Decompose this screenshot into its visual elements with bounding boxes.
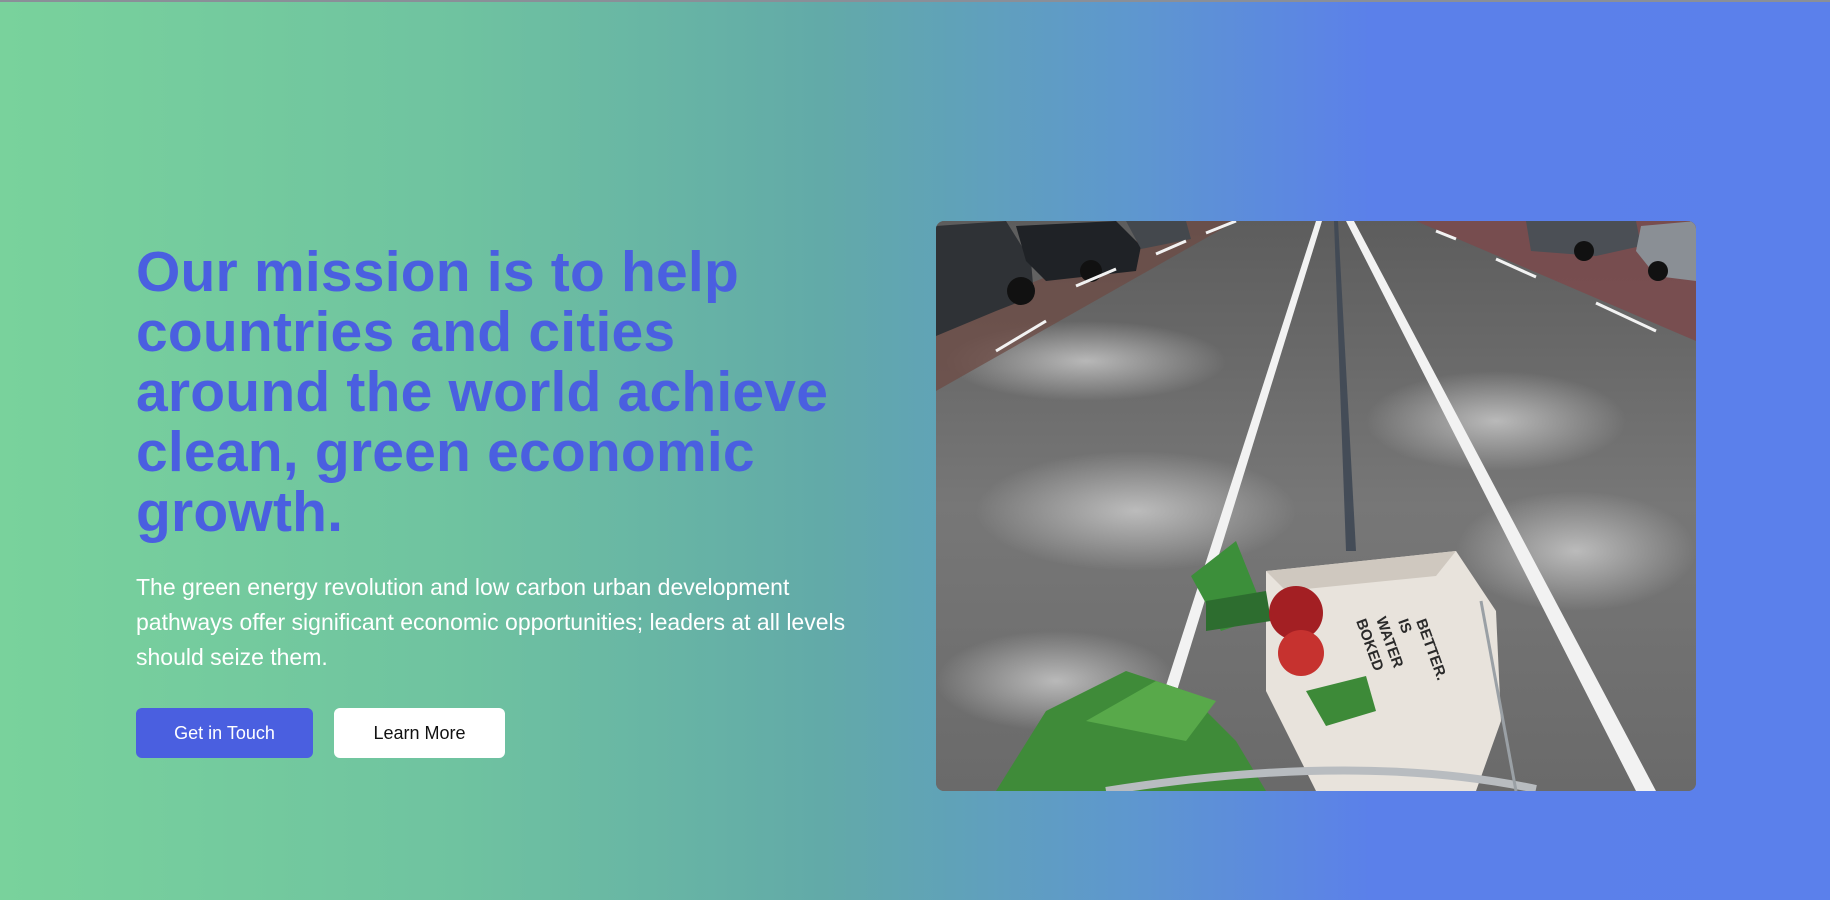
learn-more-button[interactable]: Learn More xyxy=(334,708,505,758)
hero-actions: Get in Touch Learn More xyxy=(136,708,876,758)
hero-section: Our mission is to help countries and cit… xyxy=(0,2,1830,900)
hero-description: The green energy revolution and low carb… xyxy=(136,574,846,670)
hero-headline: Our mission is to help countries and cit… xyxy=(136,240,829,544)
hero-copy: Our mission is to help countries and cit… xyxy=(136,242,876,758)
hero-photo: BOKED WATER IS BETTER. xyxy=(936,221,1696,791)
apple-2 xyxy=(1278,630,1324,676)
get-in-touch-button[interactable]: Get in Touch xyxy=(136,708,313,758)
